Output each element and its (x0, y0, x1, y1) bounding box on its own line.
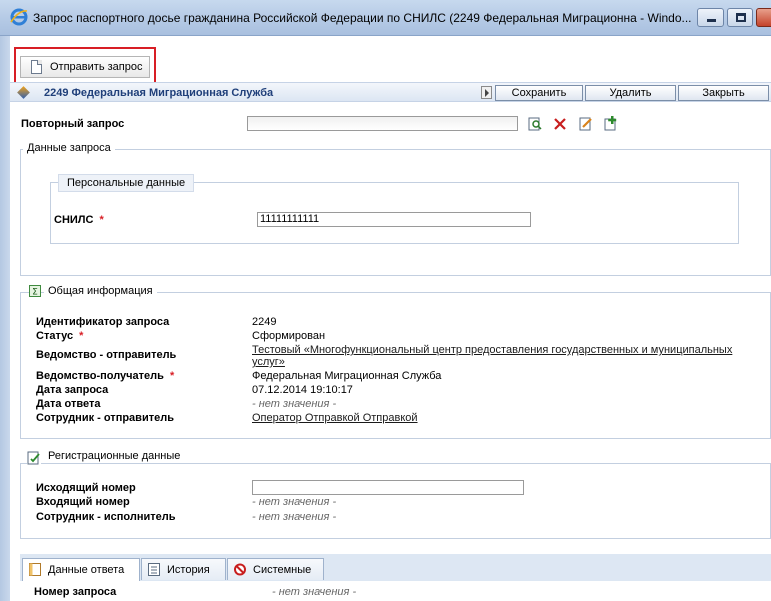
sigma-icon: Σ (29, 285, 41, 297)
incoming-number-label: Входящий номер (36, 496, 130, 508)
snils-input[interactable]: 11111111111 (257, 212, 531, 227)
request-data-legend: Данные запроса (23, 142, 115, 154)
general-info-legend: Общая информация (44, 285, 157, 297)
tab-system[interactable]: Системные (227, 558, 324, 580)
snils-label: СНИЛС * (54, 214, 104, 226)
receiver-agency-label: Ведомство-получатель * (36, 370, 174, 382)
response-date-label: Дата ответа (36, 398, 101, 410)
open-icon[interactable] (528, 116, 542, 131)
sender-agency-link-line2[interactable]: услуг» (252, 356, 285, 368)
window-title: Запрос паспортного досье гражданина Росс… (33, 11, 692, 25)
expand-actions-button[interactable] (481, 86, 492, 99)
incoming-number-value: - нет значения - (252, 496, 337, 508)
request-id-label: Идентификатор запроса (36, 316, 170, 328)
org-diamond-icon (17, 86, 30, 99)
status-value: Сформирован (252, 330, 326, 342)
close-window-button[interactable] (756, 8, 771, 27)
outgoing-number-input[interactable] (252, 480, 524, 495)
required-mark: * (99, 214, 104, 226)
registration-section (20, 463, 771, 539)
sender-employee-link[interactable]: Оператор Отправкой Отправкой (252, 412, 418, 424)
document-icon (31, 60, 42, 74)
request-date-label: Дата запроса (36, 384, 109, 396)
registration-icon (27, 451, 41, 465)
repeat-request-label: Повторный запрос (21, 118, 125, 130)
window-titlebar: Запрос паспортного досье гражданина Росс… (0, 0, 771, 36)
form-content: Отправить запрос 2249 Федеральная Миграц… (10, 36, 771, 601)
tab-label: История (167, 564, 210, 576)
forbidden-icon (234, 563, 246, 576)
sender-employee-label: Сотрудник - отправитель (36, 412, 174, 424)
response-number-value: - нет значения - (272, 586, 357, 598)
executor-employee-value: - нет значения - (252, 511, 337, 523)
close-button[interactable]: Закрыть (678, 85, 769, 101)
registration-legend: Регистрационные данные (44, 450, 185, 462)
document-icon (29, 563, 41, 576)
receiver-agency-value: Федеральная Миграционная Служба (252, 370, 442, 382)
tab-history[interactable]: История (141, 558, 226, 580)
svg-text:Σ: Σ (32, 288, 38, 298)
send-request-label: Отправить запрос (50, 61, 143, 73)
minimize-icon (707, 19, 716, 22)
org-title: 2249 Федеральная Миграционная Служба (44, 87, 274, 99)
form-header: 2249 Федеральная Миграционная Служба Сох… (10, 82, 771, 102)
required-mark: * (169, 370, 175, 382)
toolbar: Отправить запрос (10, 36, 771, 84)
add-icon[interactable] (604, 116, 618, 131)
edit-icon[interactable] (579, 116, 593, 131)
sender-agency-link[interactable]: Тестовый «Многофункциональный центр пред… (252, 344, 732, 356)
send-request-button[interactable]: Отправить запрос (20, 56, 150, 78)
tab-response-data[interactable]: Данные ответа (22, 558, 140, 581)
tab-content: Номер запроса - нет значения - (20, 581, 771, 601)
required-mark: * (79, 330, 84, 342)
history-icon (148, 563, 160, 576)
snils-label-text: СНИЛС (54, 214, 94, 226)
response-number-label: Номер запроса (34, 586, 117, 598)
delete-button[interactable]: Удалить (585, 85, 676, 101)
sender-agency-label: Ведомство - отправитель (36, 349, 177, 361)
maximize-icon (736, 13, 746, 22)
tab-label: Данные ответа (48, 564, 125, 576)
maximize-button[interactable] (727, 8, 753, 27)
minimize-button[interactable] (697, 8, 724, 27)
request-id-value: 2249 (252, 316, 277, 328)
repeat-request-field[interactable] (247, 116, 518, 131)
executor-employee-label: Сотрудник - исполнитель (36, 511, 176, 523)
receiver-agency-label-text: Ведомство-получатель (36, 370, 164, 382)
clear-icon[interactable] (553, 116, 567, 131)
outgoing-number-label: Исходящий номер (36, 482, 136, 494)
status-label-text: Статус (36, 330, 74, 342)
window-frame (0, 36, 10, 601)
request-date-value: 07.12.2014 19:10:17 (252, 384, 353, 396)
tab-label: Системные (253, 564, 312, 576)
personal-data-legend: Персональные данные (58, 174, 195, 192)
status-label: Статус * (36, 330, 83, 342)
response-date-value: - нет значения - (252, 398, 337, 410)
internet-explorer-icon (10, 8, 28, 26)
save-button[interactable]: Сохранить (495, 85, 583, 101)
